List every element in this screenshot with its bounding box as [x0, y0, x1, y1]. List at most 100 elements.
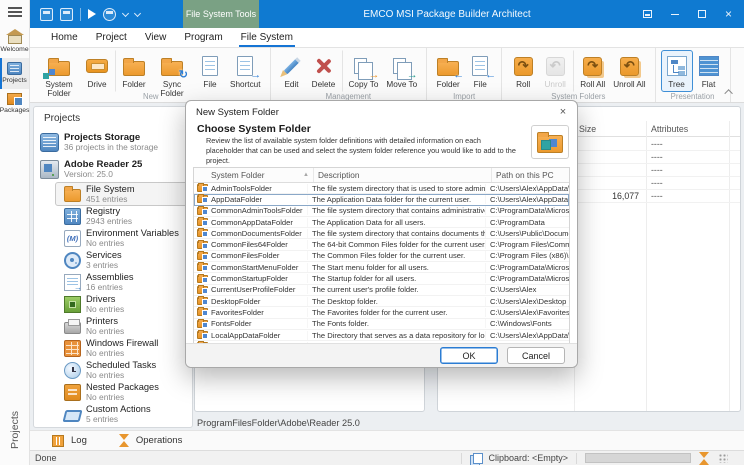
ribbon-button-import-folder[interactable]: Folder — [432, 50, 464, 92]
ribbon-group-new: New System Folder Drive Folder — [32, 48, 271, 102]
rail-item-welcome[interactable]: Welcome — [0, 25, 29, 58]
file-attributes: ---- — [651, 178, 663, 188]
folder-name: AdminToolsFolder — [211, 184, 307, 193]
ribbon-button-copy-to[interactable]: Copy To — [342, 50, 383, 92]
ribbon-button-roll-all[interactable]: Roll All — [573, 50, 609, 92]
bottom-tab-operations[interactable]: Operations — [103, 431, 198, 450]
maximize-icon[interactable] — [688, 0, 715, 28]
folder-path: C:\Users\Public\Documents — [485, 229, 569, 238]
project-node-projects-storage[interactable]: Projects Storage 36 projects in the stor… — [34, 129, 192, 156]
dropdown-icon[interactable] — [122, 9, 129, 16]
folder-row-CommonAppDataFolder[interactable]: CommonAppDataFolder The Application Data… — [194, 217, 569, 228]
ribbon-button-import-file[interactable]: File — [464, 50, 496, 92]
folder-row-AdminToolsFolder[interactable]: AdminToolsFolder The file system directo… — [194, 183, 569, 194]
folder-description: The file system directory that is used t… — [307, 184, 485, 193]
folder-name: CommonFilesFolder — [211, 251, 307, 260]
folder-row-LocalAppDataFolder[interactable]: LocalAppDataFolder The Directory that se… — [194, 330, 569, 341]
folder-row-DesktopFolder[interactable]: DesktopFolder The Desktop folder. C:\Use… — [194, 296, 569, 307]
hamburger-menu-icon[interactable] — [8, 7, 22, 9]
ribbon-button-file[interactable]: File — [194, 50, 226, 92]
chevron-up-icon[interactable] — [724, 87, 736, 97]
assemblies-icon — [64, 274, 81, 291]
column-header-attributes[interactable]: Attributes — [651, 124, 688, 134]
project-node-scheduled-tasks[interactable]: Scheduled Tasks No entries — [56, 359, 188, 381]
save-icon[interactable] — [40, 8, 53, 21]
ribbon-button-shortcut[interactable]: Shortcut — [226, 50, 265, 92]
folder-row-CommonFiles64Folder[interactable]: CommonFiles64Folder The 64-bit Common Fi… — [194, 239, 569, 250]
rail-item-label: Welcome — [0, 46, 28, 53]
project-node-windows-firewall[interactable]: Windows Firewall No entries — [56, 337, 188, 359]
folder-icon — [197, 195, 208, 203]
storage-icon — [40, 133, 59, 152]
qat-customize-icon[interactable] — [134, 9, 141, 16]
project-node-printers[interactable]: Printers No entries — [56, 315, 188, 337]
minimize-icon[interactable] — [661, 0, 688, 28]
folder-row-CommonStartupFolder[interactable]: CommonStartupFolder The Startup folder f… — [194, 273, 569, 284]
folder-row-CommonDocumentsFolder[interactable]: CommonDocumentsFolder The file system di… — [194, 228, 569, 239]
file-attributes: ---- — [651, 191, 663, 201]
tab-Program[interactable]: Program — [175, 28, 231, 47]
ribbon-button-roll[interactable]: Roll — [507, 50, 539, 92]
ribbon: New System Folder Drive Folder — [30, 48, 744, 103]
close-icon[interactable]: × — [553, 103, 573, 121]
folder-path: C:\ProgramData\Microsoft\Windows\... — [485, 274, 569, 283]
folder-name: FavoritesFolder — [211, 308, 307, 317]
folder-icon — [197, 286, 208, 294]
folder-path: C:\ProgramData\Microsoft\Windows\... — [485, 263, 569, 272]
resize-grip[interactable] — [719, 454, 728, 463]
ribbon-button-drive[interactable]: Drive — [81, 50, 113, 92]
folder-row-CommonAdminToolsFolder[interactable]: CommonAdminToolsFolder The file system d… — [194, 206, 569, 217]
ok-button[interactable]: OK — [440, 347, 498, 364]
project-node-nested-packages[interactable]: Nested Packages No entries — [56, 381, 188, 403]
ribbon-options-icon[interactable] — [634, 0, 661, 28]
ribbon-button-move-to[interactable]: Move To — [382, 50, 421, 92]
folder-icon — [122, 53, 146, 79]
project-node-environment-variables[interactable]: Environment Variables No entries — [56, 227, 188, 249]
contextual-tab-file-system-tools[interactable]: File System Tools — [183, 0, 259, 28]
tab-View[interactable]: View — [136, 28, 176, 47]
folder-row-CommonFilesFolder[interactable]: CommonFilesFolder The Common Files folde… — [194, 251, 569, 262]
run-icon[interactable] — [88, 9, 96, 19]
folder-icon — [197, 229, 208, 237]
ribbon-button-folder[interactable]: Folder — [115, 50, 150, 92]
wizard-icon-box — [531, 125, 569, 159]
ribbon-button-flat[interactable]: Flat — [693, 50, 725, 92]
cancel-button[interactable]: Cancel — [507, 347, 565, 364]
node-count: 16 entries — [86, 283, 134, 292]
project-node-custom-actions[interactable]: Custom Actions 5 entries — [56, 403, 188, 425]
project-node-assemblies[interactable]: Assemblies 16 entries — [56, 271, 188, 293]
column-header-path[interactable]: Path on this PC — [491, 168, 569, 182]
ribbon-button-edit[interactable]: Edit — [276, 50, 308, 92]
rail-item-projects[interactable]: Projects — [0, 58, 29, 89]
window-controls: × — [634, 0, 742, 28]
column-header-description[interactable]: Description — [313, 168, 491, 182]
close-icon[interactable]: × — [715, 0, 742, 28]
folder-name: DesktopFolder — [211, 297, 307, 306]
project-node-services[interactable]: Services 3 entries — [56, 249, 188, 271]
project-node-registry[interactable]: Registry 2943 entries — [56, 205, 188, 227]
rail-item-packages[interactable]: Packages — [0, 89, 29, 119]
sort-ascending-icon: ▲ — [303, 172, 309, 178]
tab-label: Home — [51, 32, 78, 43]
ribbon-button-tree[interactable]: Tree — [661, 50, 693, 92]
tab-File System[interactable]: File System — [232, 28, 302, 47]
ribbon-button-unroll-all[interactable]: Unroll All — [609, 50, 649, 92]
folder-name: AppDataFolder — [211, 195, 307, 204]
package-icon[interactable] — [103, 8, 116, 21]
project-node-file-system[interactable]: File System 451 entries — [56, 183, 188, 205]
tab-Project[interactable]: Project — [87, 28, 136, 47]
bottom-tab-log[interactable]: Log — [36, 431, 103, 450]
folder-row-AppDataFolder[interactable]: AppDataFolder The Application Data folde… — [194, 194, 569, 205]
folder-row-CurrentUserProfileFolder[interactable]: CurrentUserProfileFolder The current use… — [194, 285, 569, 296]
tab-Home[interactable]: Home — [42, 28, 87, 47]
sync-icon[interactable] — [60, 8, 73, 21]
column-header-system-folder[interactable]: System Folder▲ — [194, 168, 313, 182]
ribbon-button-delete[interactable]: Delete — [308, 50, 340, 92]
project-node-adobe-reader[interactable]: Adobe Reader 25 Version: 25.0 — [34, 156, 192, 183]
ribbon-button-unroll[interactable]: Unroll — [539, 50, 571, 92]
project-node-drivers[interactable]: Drivers No entries — [56, 293, 188, 315]
column-header-size[interactable]: Size — [579, 124, 596, 134]
folder-row-FontsFolder[interactable]: FontsFolder The Fonts folder. C:\Windows… — [194, 319, 569, 330]
folder-row-FavoritesFolder[interactable]: FavoritesFolder The Favorites folder for… — [194, 307, 569, 318]
folder-row-CommonStartMenuFolder[interactable]: CommonStartMenuFolder The Start menu fol… — [194, 262, 569, 273]
